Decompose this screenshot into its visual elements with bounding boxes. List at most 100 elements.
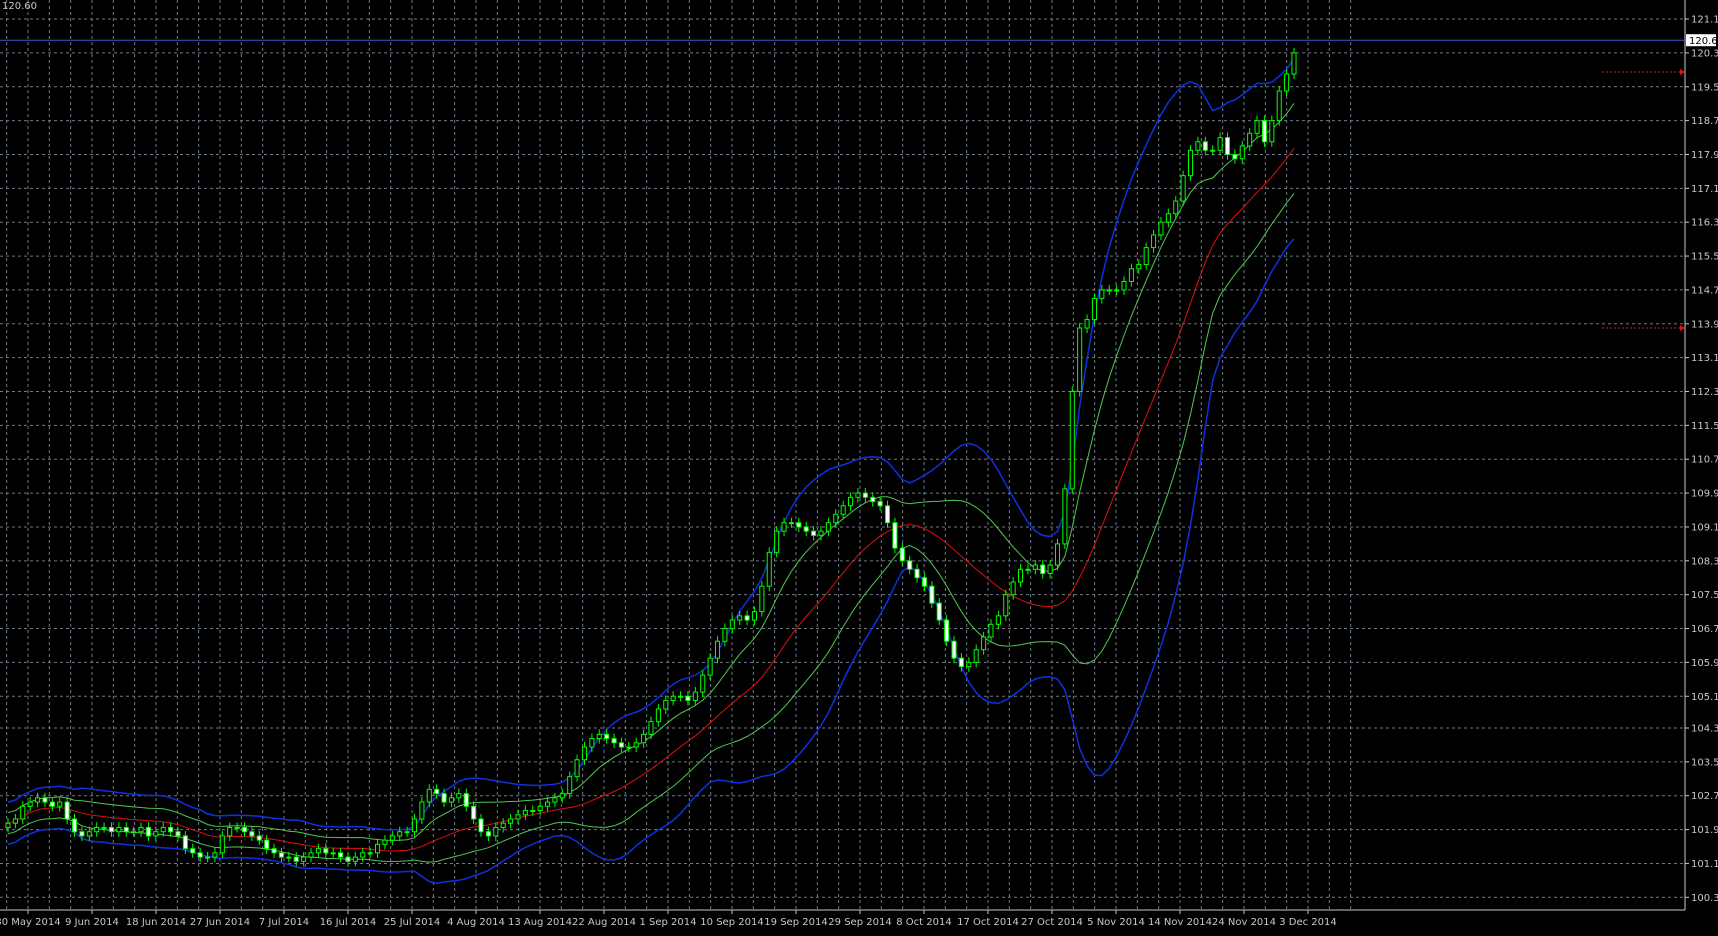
candle-body	[123, 826, 129, 833]
candle-body	[877, 501, 883, 507]
candle-body	[1106, 289, 1112, 292]
x-tick-label: 24 Nov 2014	[1212, 917, 1276, 928]
candle-body	[596, 733, 602, 740]
candle-body	[618, 742, 624, 748]
candle-body	[581, 746, 588, 761]
y-tick-label: 106.70	[1691, 624, 1718, 635]
candle-body	[397, 831, 403, 837]
candle-body	[1010, 581, 1016, 596]
candle-body	[803, 526, 809, 532]
candle-body	[94, 826, 100, 833]
y-tick-label: 103.55	[1691, 757, 1718, 768]
candle-body	[840, 505, 846, 515]
candle-body	[914, 568, 920, 579]
candle-body	[1054, 543, 1061, 566]
candle-body	[35, 797, 41, 803]
candle-body	[1217, 137, 1223, 151]
candle-body	[1284, 73, 1290, 92]
candle-body	[1047, 564, 1053, 575]
y-tick-label: 101.95	[1691, 825, 1718, 836]
candle-body	[899, 547, 905, 562]
candle-body	[1195, 141, 1201, 151]
candle-body	[766, 551, 772, 587]
candle-body	[707, 657, 713, 676]
y-tick-label: 102.75	[1691, 791, 1718, 802]
candle-body	[190, 848, 196, 854]
candle-body	[633, 742, 639, 748]
x-tick-label: 10 Sep 2014	[700, 917, 763, 928]
y-tick-label: 118.70	[1691, 116, 1718, 127]
x-tick-label: 3 Dec 2014	[1279, 917, 1337, 928]
x-tick-label: 27 Jun 2014	[190, 917, 250, 928]
candle-body	[796, 522, 802, 528]
candle-body	[485, 831, 491, 837]
x-tick-label: 9 Jun 2014	[65, 917, 119, 928]
x-tick-label: 8 Oct 2014	[896, 917, 951, 928]
candle-body	[301, 856, 307, 862]
candle-body	[471, 805, 477, 820]
candle-body	[648, 721, 654, 735]
candle-body	[404, 831, 410, 834]
current-price-label: 120.60	[1689, 36, 1718, 47]
candle-body	[434, 788, 440, 795]
candle-body	[626, 746, 632, 749]
candle-body	[493, 826, 499, 837]
candle-body	[345, 856, 351, 862]
candle-body	[1077, 327, 1083, 393]
x-tick-label: 27 Oct 2014	[1021, 917, 1083, 928]
candle-body	[1069, 391, 1075, 490]
candle-body	[862, 492, 868, 498]
candle-body	[352, 856, 358, 862]
candle-body	[323, 848, 329, 854]
candle-body	[574, 759, 580, 778]
candle-body	[367, 852, 373, 855]
candle-body	[641, 733, 647, 744]
candlestick-chart: 121.10 120.30 119.50 118.70 117.90 117.10 116.…	[0, 0, 1718, 932]
x-tick-label: 18 Jun 2014	[126, 917, 186, 928]
candle-body	[1291, 52, 1297, 75]
candle-body	[907, 560, 913, 570]
candle-body	[27, 801, 33, 807]
candle-body	[685, 695, 691, 701]
x-tick-label: 16 Jul 2014	[320, 917, 377, 928]
x-tick-label: 22 Aug 2014	[572, 917, 636, 928]
x-tick-label: 7 Jul 2014	[259, 917, 309, 928]
x-tick-label: 25 Jul 2014	[384, 917, 441, 928]
candle-body	[330, 852, 336, 855]
candle-body	[168, 826, 174, 833]
candle-body	[670, 695, 676, 701]
candle-body	[855, 492, 861, 498]
candle-body	[1210, 149, 1216, 152]
candle-body	[411, 818, 418, 833]
x-tick-label: 13 Aug 2014	[508, 917, 572, 928]
candle-body	[1003, 594, 1009, 617]
candle-body	[781, 522, 787, 532]
y-tick-label: 111.50	[1691, 421, 1718, 432]
candle-body	[1180, 175, 1186, 202]
candle-body	[1173, 200, 1179, 215]
candle-body	[1247, 132, 1253, 147]
candle-body	[722, 628, 728, 642]
candle-body	[833, 513, 839, 524]
candle-body	[249, 831, 255, 837]
y-tick-label: 121.10	[1691, 15, 1718, 26]
candle-body	[1261, 120, 1267, 143]
y-tick-label: 117.10	[1691, 184, 1718, 195]
candle-body	[1276, 90, 1282, 122]
y-tick-label: 110.70	[1691, 455, 1718, 466]
candle-body	[508, 818, 514, 824]
candle-body	[79, 831, 85, 837]
candle-body	[921, 577, 927, 587]
candle-body	[848, 496, 854, 507]
candle-body	[825, 522, 831, 532]
candle-body	[175, 831, 181, 837]
y-tick-label: 113.90	[1691, 319, 1718, 330]
candle-body	[227, 826, 233, 837]
candle-body	[744, 615, 750, 621]
candle-body	[1224, 137, 1231, 155]
candle-body	[256, 835, 262, 841]
candle-body	[315, 848, 321, 854]
candle-body	[1025, 568, 1031, 571]
candle-body	[751, 611, 758, 621]
candle-body	[241, 826, 248, 833]
